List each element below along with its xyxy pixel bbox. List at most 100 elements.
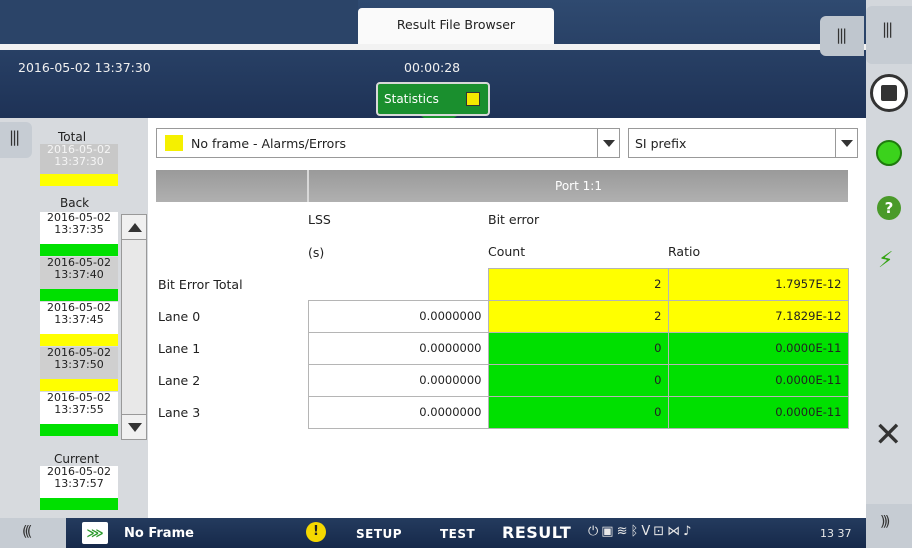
main-content: No frame - Alarms/Errors SI prefix Port … bbox=[148, 118, 866, 518]
entry-time: 13:37:40 bbox=[54, 268, 104, 281]
menu-icon: ||| bbox=[836, 26, 847, 44]
col-ratio: Ratio bbox=[668, 244, 701, 260]
lss-cell: 0.0000000 bbox=[307, 299, 489, 333]
current-entry[interactable]: 2016-05-02 13:37:57 bbox=[40, 466, 118, 510]
frame-icon[interactable]: ⋙ bbox=[82, 522, 108, 544]
col-lss-unit: (s) bbox=[308, 244, 325, 260]
prefix-select[interactable]: SI prefix bbox=[628, 128, 858, 158]
stop-button[interactable] bbox=[870, 74, 908, 112]
scroll-up-button[interactable] bbox=[121, 214, 147, 240]
right-panel: ||| ? ⚡ ✕ ))) bbox=[866, 0, 912, 548]
count-cell: 0 bbox=[487, 331, 669, 365]
lss-cell: 0.0000000 bbox=[307, 395, 489, 429]
scroll-down-button[interactable] bbox=[121, 414, 147, 440]
row-label: Lane 0 bbox=[158, 308, 201, 324]
table-row: Lane 3 0.0000000 0 0.0000E-11 bbox=[156, 395, 849, 429]
clock: 13 37 bbox=[820, 527, 852, 540]
left-menu-button[interactable]: ||| bbox=[0, 122, 32, 158]
row-label: Lane 2 bbox=[158, 372, 201, 388]
entry-time: 13:37:57 bbox=[54, 477, 104, 490]
statistics-button[interactable]: Statistics bbox=[376, 82, 490, 116]
right-menu-button[interactable]: ||| bbox=[866, 6, 912, 64]
view-select-value: No frame - Alarms/Errors bbox=[191, 136, 346, 151]
statistics-label: Statistics bbox=[384, 92, 439, 106]
ratio-cell: 7.1829E-12 bbox=[667, 299, 849, 333]
header-title-left bbox=[0, 0, 358, 44]
table-row: Lane 0 0.0000000 2 7.1829E-12 bbox=[156, 299, 849, 333]
laser-icon[interactable]: ⚡ bbox=[878, 248, 893, 273]
screen-icon: ▣ bbox=[601, 524, 617, 539]
back-label: Back bbox=[60, 196, 90, 210]
chevrons-right-icon: ))) bbox=[880, 514, 891, 530]
port-header-row: Port 1:1 bbox=[156, 170, 848, 202]
count-cell: 0 bbox=[487, 395, 669, 429]
entry-time: 13:37:35 bbox=[54, 223, 104, 236]
table-row: Lane 2 0.0000000 0 0.0000E-11 bbox=[156, 363, 849, 397]
entry-status-bar bbox=[40, 379, 118, 391]
row-label: Lane 3 bbox=[158, 404, 201, 420]
header-bar: Result File Browser 2016-05-02 13:37:30 … bbox=[0, 0, 866, 118]
entry-status-bar bbox=[40, 424, 118, 436]
entry-status-bar bbox=[40, 334, 118, 346]
header-stripe bbox=[0, 44, 866, 50]
lss-cell: 0.0000000 bbox=[307, 331, 489, 365]
prefix-select-value: SI prefix bbox=[635, 136, 687, 151]
frame-status[interactable]: No Frame bbox=[124, 526, 194, 541]
sound-icon: ♪ bbox=[683, 524, 695, 539]
wifi-icon: ≋ bbox=[616, 524, 631, 539]
statistics-status-icon bbox=[466, 92, 480, 106]
antenna-icon: V bbox=[641, 524, 654, 539]
current-label: Current bbox=[54, 452, 100, 466]
col-bit-error: Bit error bbox=[488, 211, 540, 227]
chevrons-left-icon: ((( bbox=[22, 524, 33, 540]
status-led-icon[interactable] bbox=[876, 140, 902, 166]
entry-status-bar bbox=[40, 174, 118, 186]
lss-cell: 0.0000000 bbox=[307, 363, 489, 397]
header-menu-button[interactable]: ||| bbox=[820, 16, 864, 56]
ratio-cell: 0.0000E-11 bbox=[667, 363, 849, 397]
table-row: Lane 1 0.0000000 0 0.0000E-11 bbox=[156, 331, 849, 365]
history-entry[interactable]: 2016-05-02 13:37:55 bbox=[40, 392, 118, 436]
entry-status-bar bbox=[40, 498, 118, 510]
chevron-down-icon[interactable] bbox=[835, 129, 857, 157]
entry-time: 13:37:50 bbox=[54, 358, 104, 371]
header-blank bbox=[156, 236, 308, 268]
setup-tab[interactable]: SETUP bbox=[356, 527, 402, 541]
col-count: Count bbox=[488, 244, 526, 260]
count-cell: 2 bbox=[487, 267, 669, 301]
menu-icon: ||| bbox=[882, 20, 893, 38]
history-scrollbar[interactable] bbox=[121, 240, 147, 414]
column-header-row: LSS Bit error bbox=[156, 202, 848, 236]
expand-right-button[interactable]: ))) bbox=[866, 504, 912, 548]
history-entry[interactable]: 2016-05-02 13:37:35 bbox=[40, 212, 118, 256]
view-status-swatch bbox=[165, 135, 183, 151]
history-entry[interactable]: 2016-05-02 13:37:45 bbox=[40, 302, 118, 346]
test-tab[interactable]: TEST bbox=[440, 527, 475, 541]
result-tab[interactable]: RESULT bbox=[502, 523, 571, 542]
view-select[interactable]: No frame - Alarms/Errors bbox=[156, 128, 620, 158]
count-cell: 0 bbox=[487, 363, 669, 397]
menu-icon: ||| bbox=[9, 128, 20, 146]
lss-cell bbox=[308, 268, 488, 300]
power-icon: ⏻ bbox=[588, 524, 602, 539]
monitor-icon: ⊡ bbox=[653, 524, 668, 539]
port-header-blank bbox=[156, 170, 309, 202]
expand-left-button[interactable]: ((( bbox=[0, 518, 66, 548]
entry-time: 13:37:45 bbox=[54, 313, 104, 326]
elapsed-time: 00:00:28 bbox=[404, 60, 461, 75]
start-datetime: 2016-05-02 13:37:30 bbox=[18, 60, 151, 75]
bluetooth-icon: ᛒ bbox=[630, 524, 642, 539]
total-entry[interactable]: 2016-05-02 13:37:30 bbox=[40, 144, 118, 186]
help-icon[interactable]: ? bbox=[877, 196, 901, 220]
warning-icon[interactable]: ! bbox=[306, 522, 326, 542]
chevron-down-icon[interactable] bbox=[597, 129, 619, 157]
window-title: Result File Browser bbox=[358, 8, 554, 44]
history-entry[interactable]: 2016-05-02 13:37:40 bbox=[40, 257, 118, 301]
history-entry[interactable]: 2016-05-02 13:37:50 bbox=[40, 347, 118, 391]
network-icon: ⋈ bbox=[667, 524, 684, 539]
ratio-cell: 1.7957E-12 bbox=[667, 267, 849, 301]
column-subheader-row: (s) Count Ratio bbox=[156, 236, 848, 268]
entry-status-bar bbox=[40, 289, 118, 301]
close-icon[interactable]: ✕ bbox=[874, 418, 903, 452]
ratio-cell: 0.0000E-11 bbox=[667, 395, 849, 429]
